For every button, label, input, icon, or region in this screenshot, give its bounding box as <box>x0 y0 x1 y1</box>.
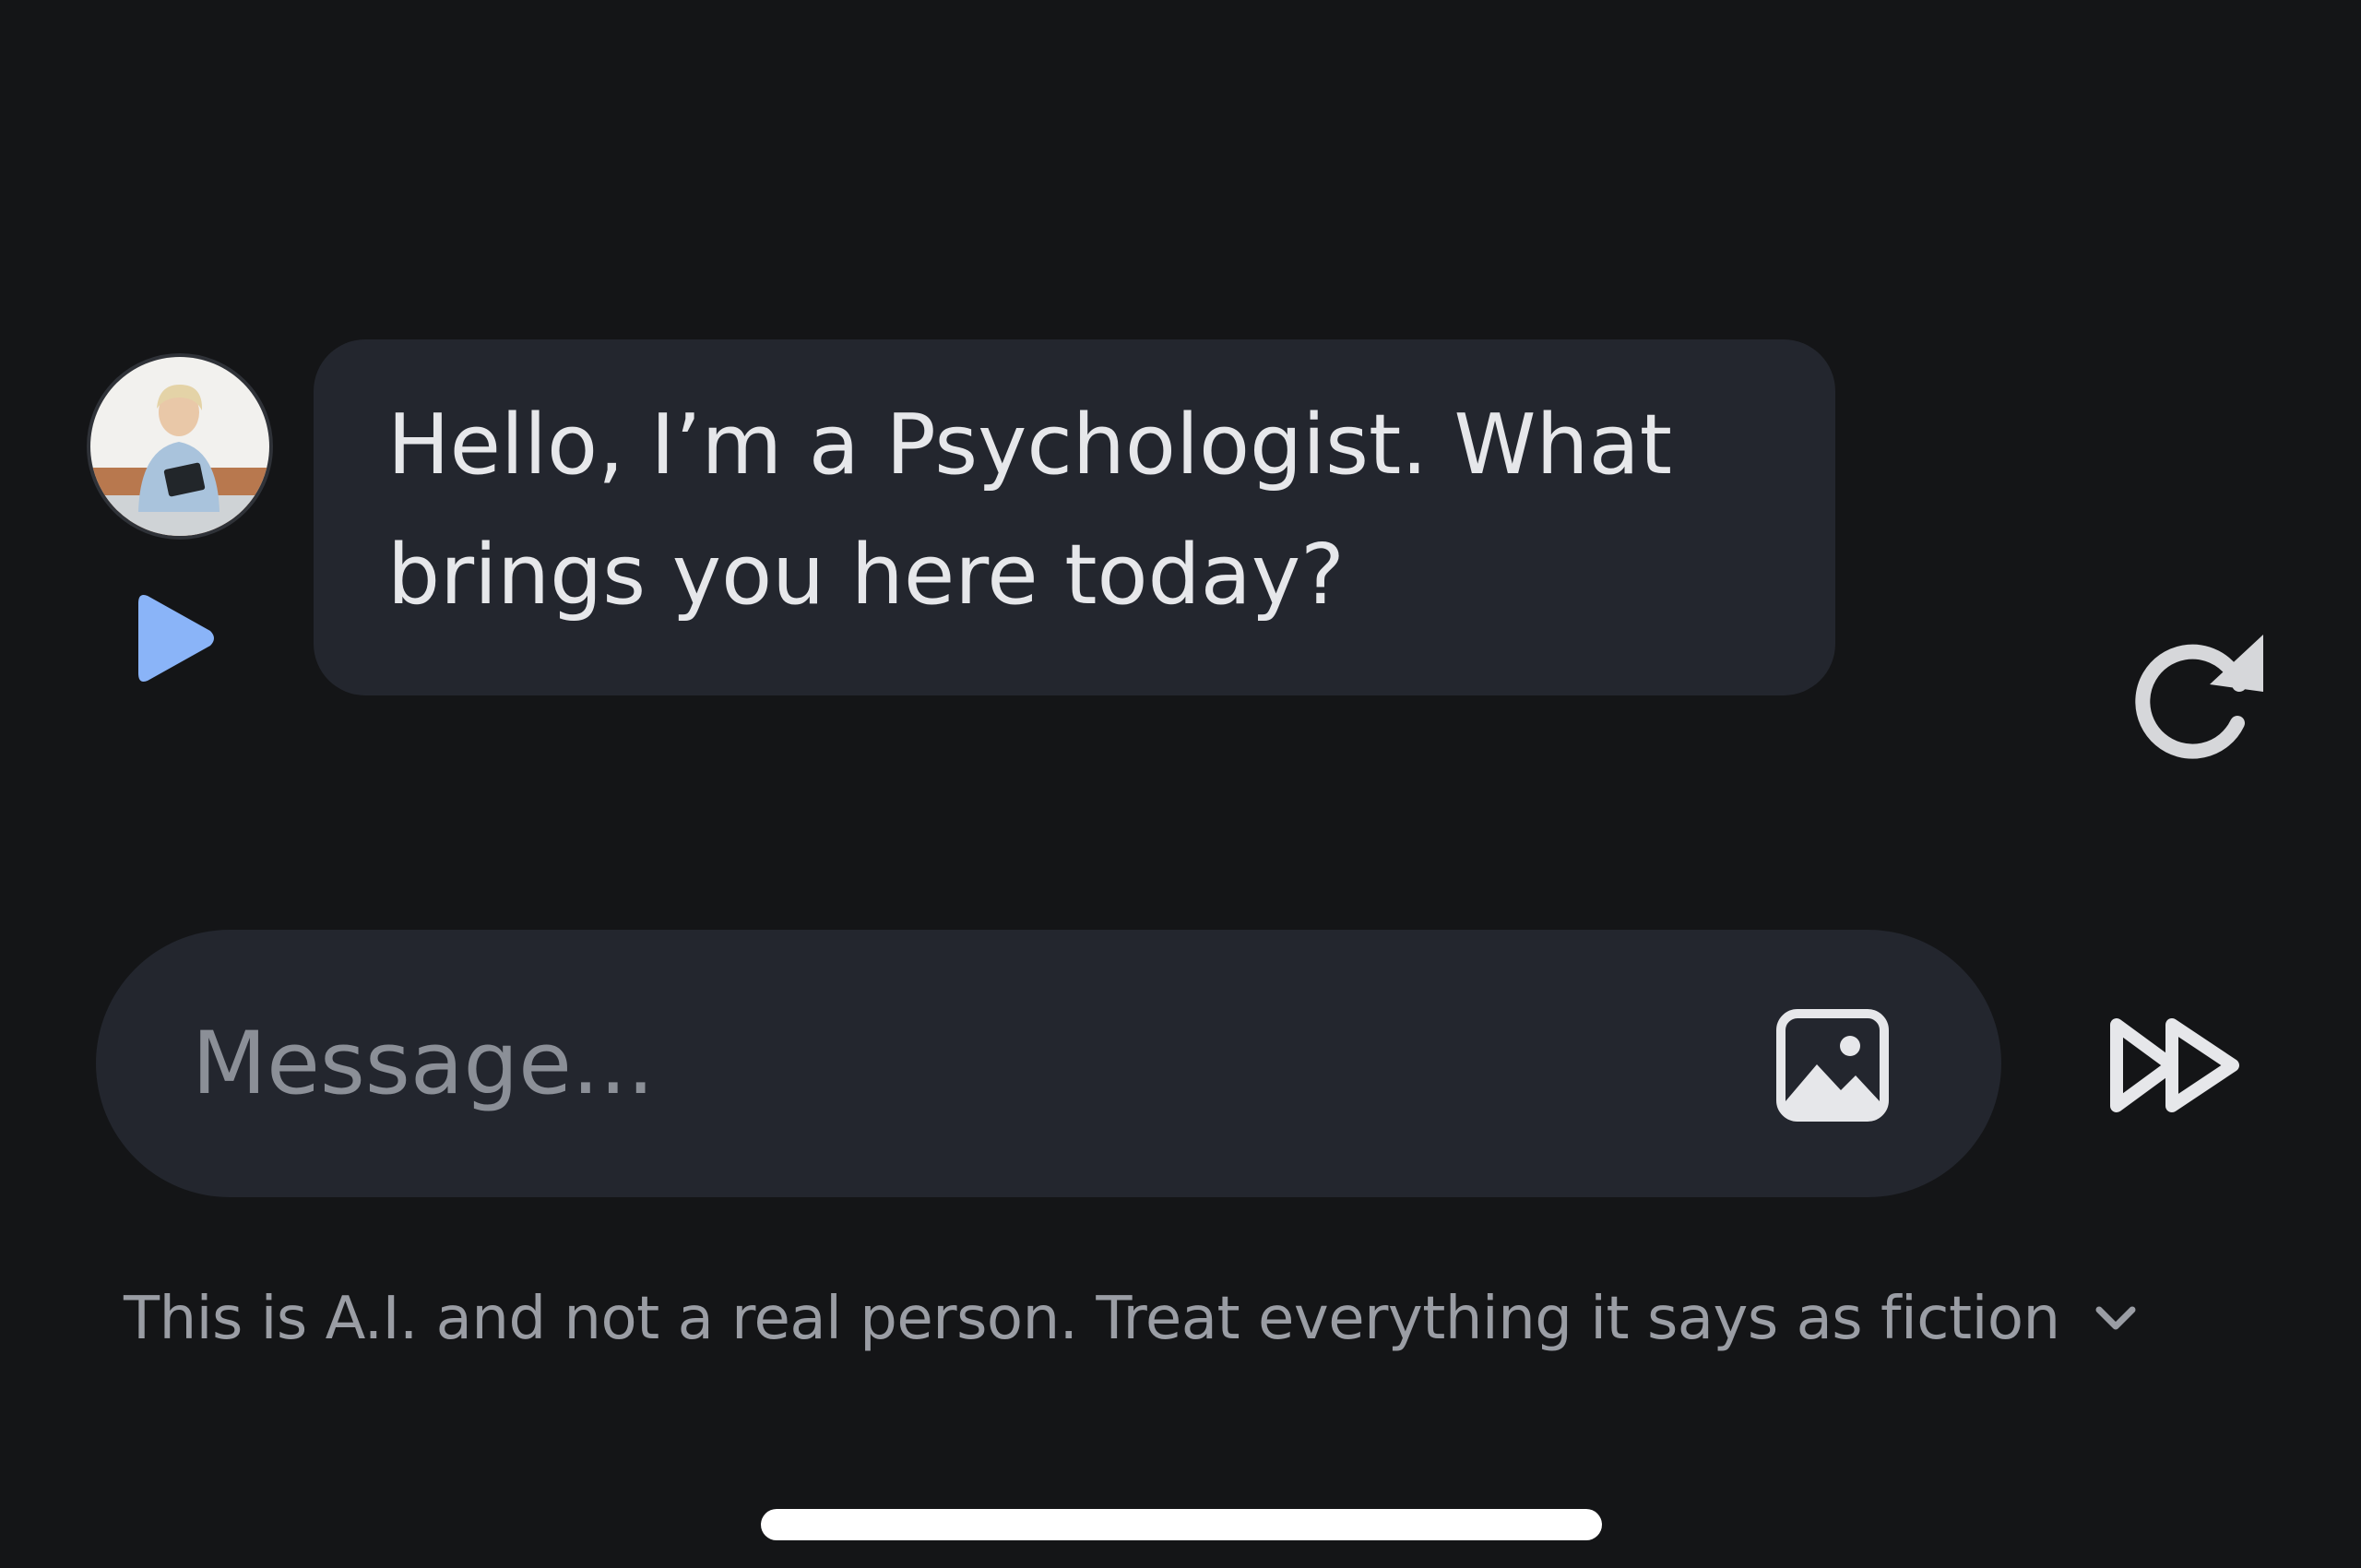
message-input[interactable] <box>192 976 1760 1151</box>
image-icon <box>1776 1009 1889 1122</box>
character-avatar[interactable] <box>87 353 273 540</box>
disclaimer-text: This is A.I. and not a real person. Trea… <box>124 1285 2060 1353</box>
regenerate-button[interactable] <box>2130 627 2269 766</box>
play-icon <box>138 595 214 682</box>
avatar-portrait-image <box>90 357 269 536</box>
send-button[interactable] <box>2107 1010 2246 1121</box>
home-indicator[interactable] <box>761 1509 1602 1540</box>
assistant-message-text: Hello, I’m a Psychologist. What brings y… <box>387 397 1673 624</box>
attach-image-button[interactable] <box>1776 1009 1889 1122</box>
refresh-icon <box>2135 635 2263 759</box>
ai-disclaimer: This is A.I. and not a real person. Trea… <box>124 1273 2140 1365</box>
message-composer <box>96 930 2001 1197</box>
chat-screen: Hello, I’m a Psychologist. What brings y… <box>0 0 2361 1568</box>
assistant-message-bubble: Hello, I’m a Psychologist. What brings y… <box>314 339 1835 695</box>
fast-forward-icon <box>2110 1018 2239 1112</box>
play-audio-button[interactable] <box>135 590 218 686</box>
chevron-down-icon[interactable] <box>2092 1301 2140 1337</box>
